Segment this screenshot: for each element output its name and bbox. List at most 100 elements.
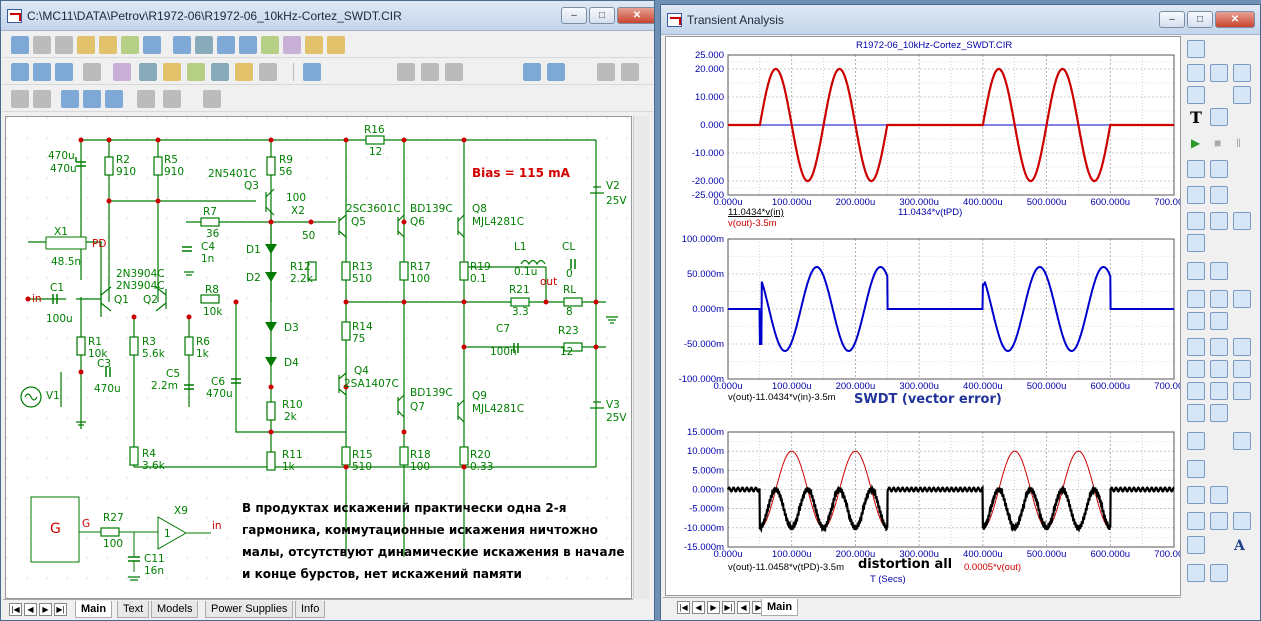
text-tool-icon[interactable]: T: [1190, 108, 1202, 127]
scroll-left-icon[interactable]: ◀: [737, 601, 750, 614]
copy-icon[interactable]: [1210, 186, 1228, 204]
next-tab-icon[interactable]: ▶: [39, 603, 52, 616]
info-icon[interactable]: [195, 36, 213, 54]
numeric-icon[interactable]: [1233, 432, 1251, 450]
current-icon[interactable]: [187, 63, 205, 81]
zoom-fit-icon[interactable]: [105, 90, 123, 108]
last-tab-icon[interactable]: ▶|: [722, 601, 735, 614]
tab-models[interactable]: Models: [151, 601, 199, 618]
inflection-icon[interactable]: [1210, 360, 1228, 378]
globe-icon[interactable]: [217, 36, 235, 54]
layout-icon[interactable]: [163, 90, 181, 108]
library-icon[interactable]: [121, 36, 139, 54]
schematic-titlebar[interactable]: C:\MC11\DATA\Petrov\R1972-06\R1972-06_10…: [1, 1, 654, 31]
list-icon[interactable]: [1187, 212, 1205, 230]
schematic-canvas[interactable]: 470u 470u R2 910 R5 910 R9 56 R16 12 2N5…: [5, 116, 632, 599]
fit-height-icon[interactable]: [1210, 486, 1228, 504]
bom-icon[interactable]: [283, 36, 301, 54]
point-icon[interactable]: [1233, 382, 1251, 400]
list-2-icon[interactable]: [1210, 212, 1228, 230]
function-icon[interactable]: [1233, 86, 1251, 104]
zoom-in-2-icon[interactable]: [1187, 512, 1205, 530]
zoom-region-icon[interactable]: [1210, 64, 1228, 82]
transient-titlebar[interactable]: Transient Analysis – □ ✕: [661, 5, 1260, 35]
tab-power-supplies[interactable]: Power Supplies: [205, 601, 294, 618]
table-icon[interactable]: [305, 36, 323, 54]
maximize-button[interactable]: □: [589, 7, 615, 24]
valley-icon[interactable]: [1210, 338, 1228, 356]
fit-width-icon[interactable]: [1187, 486, 1205, 504]
search-icon[interactable]: [1187, 312, 1205, 330]
note-icon[interactable]: [1210, 312, 1228, 330]
select-icon[interactable]: [11, 36, 29, 54]
tab-text[interactable]: Text: [117, 601, 150, 618]
font-icon[interactable]: [203, 90, 221, 108]
peak-icon[interactable]: [1187, 338, 1205, 356]
pause-icon[interactable]: ‖: [1236, 136, 1241, 150]
probe-alt-icon[interactable]: [1210, 160, 1228, 178]
layout-icon[interactable]: [1187, 536, 1205, 554]
close-button[interactable]: ✕: [1215, 11, 1255, 28]
schematic-scrollbar[interactable]: [633, 116, 649, 599]
flag-icon[interactable]: [77, 36, 95, 54]
frame-icon[interactable]: [1187, 186, 1205, 204]
first-tab-icon[interactable]: |◀: [677, 601, 690, 614]
rotate-icon[interactable]: [397, 63, 415, 81]
minimize-button[interactable]: –: [1159, 11, 1185, 28]
low-icon[interactable]: [1187, 360, 1205, 378]
stop-circle-icon[interactable]: [597, 63, 615, 81]
tab-main[interactable]: Main: [75, 601, 113, 618]
waveform-icon[interactable]: [1187, 404, 1205, 422]
zoom-out-icon[interactable]: [83, 90, 101, 108]
edit-icon[interactable]: [327, 36, 345, 54]
text-icon[interactable]: [55, 36, 73, 54]
print-icon[interactable]: [303, 63, 321, 81]
grid-plot-icon[interactable]: [1210, 262, 1228, 280]
zoom-out-icon[interactable]: [1210, 290, 1228, 308]
copy-icon[interactable]: [11, 90, 29, 108]
prev-tab-icon[interactable]: ◀: [692, 601, 705, 614]
find-next-icon[interactable]: [547, 63, 565, 81]
cursor-icon[interactable]: [1187, 86, 1205, 104]
tag-icon[interactable]: [1233, 64, 1251, 82]
probe-icon[interactable]: [143, 36, 161, 54]
minimize-button[interactable]: –: [561, 7, 587, 24]
font-icon[interactable]: A: [1234, 538, 1245, 554]
values-icon[interactable]: [1187, 460, 1205, 478]
plot-canvas[interactable]: R1972-06_10kHz-Cortez_SWDT.CIR 25.000 20.…: [665, 36, 1181, 596]
grid-icon[interactable]: [259, 63, 277, 81]
clipboard-icon[interactable]: [1187, 432, 1205, 450]
scale-icon[interactable]: [1187, 64, 1205, 82]
next-tab-icon[interactable]: ▶: [707, 601, 720, 614]
zoom-out-2-icon[interactable]: [1210, 512, 1228, 530]
probe-icon[interactable]: [1187, 160, 1205, 178]
zoom-in-icon[interactable]: [61, 90, 79, 108]
tab-main[interactable]: Main: [761, 599, 799, 616]
maximize-button[interactable]: □: [1187, 11, 1213, 28]
pin-icon[interactable]: [55, 63, 73, 81]
run-icon[interactable]: ▶: [1191, 136, 1200, 150]
attribute-icon[interactable]: [83, 63, 101, 81]
global-low-icon[interactable]: [1210, 382, 1228, 400]
model-icon[interactable]: [113, 63, 131, 81]
warning-icon[interactable]: [235, 63, 253, 81]
waveform-2-icon[interactable]: [1210, 404, 1228, 422]
minimize-plot-icon[interactable]: [1187, 262, 1205, 280]
help-circle-icon[interactable]: [239, 36, 257, 54]
tab-info[interactable]: Info: [295, 601, 326, 618]
wire-icon[interactable]: [33, 36, 51, 54]
zoom-fit-icon[interactable]: [1233, 290, 1251, 308]
high-icon[interactable]: [1233, 338, 1251, 356]
screen-icon[interactable]: [137, 90, 155, 108]
page-icon[interactable]: [1187, 234, 1205, 252]
arrow-icon[interactable]: [139, 63, 157, 81]
zoom-area-icon[interactable]: [1233, 512, 1251, 530]
help-icon[interactable]: [173, 36, 191, 54]
node-voltages-icon[interactable]: [33, 63, 51, 81]
find-icon[interactable]: [523, 63, 541, 81]
mirror-icon[interactable]: [445, 63, 463, 81]
flip-icon[interactable]: [421, 63, 439, 81]
last-tab-icon[interactable]: ▶|: [54, 603, 67, 616]
slope-icon[interactable]: [1233, 360, 1251, 378]
stop-icon[interactable]: ■: [1214, 136, 1221, 150]
